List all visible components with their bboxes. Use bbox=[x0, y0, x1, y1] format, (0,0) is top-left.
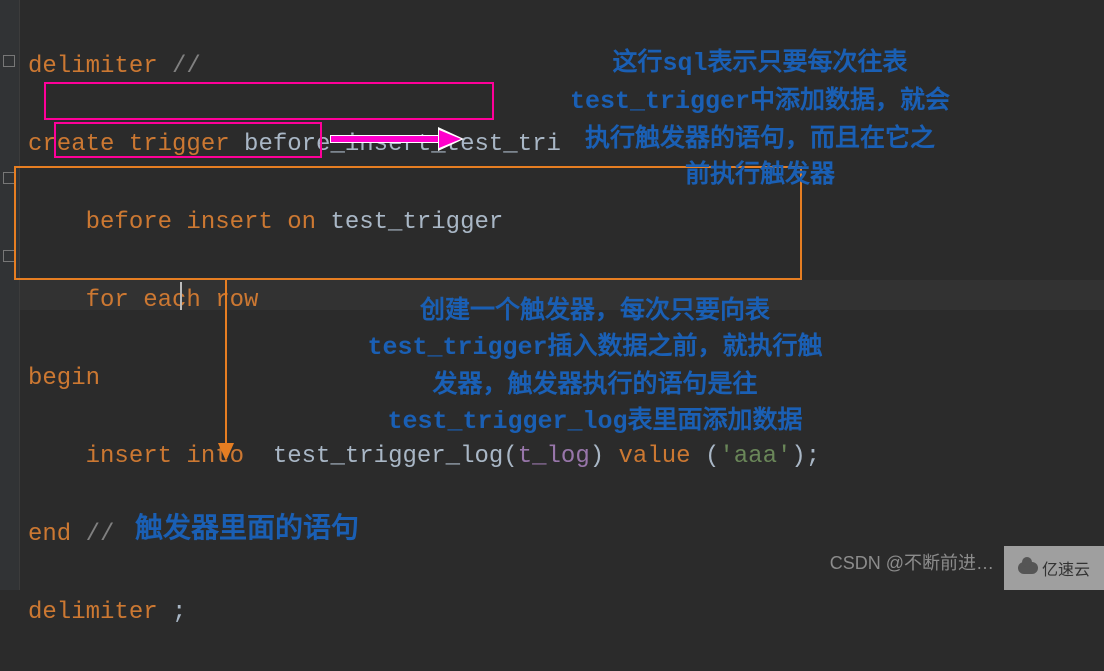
arrow-pink-icon bbox=[330, 131, 460, 147]
keyword-begin: begin bbox=[28, 365, 100, 392]
string-literal: 'aaa' bbox=[719, 443, 791, 470]
keyword-value: value bbox=[604, 443, 705, 470]
arrow-orange-shaft-icon bbox=[225, 280, 227, 445]
gutter bbox=[0, 0, 20, 590]
arrow-orange-head-icon bbox=[218, 443, 234, 461]
code-line: delimiter ; bbox=[28, 593, 820, 632]
annotation-sql-explanation: 这行sql表示只要每次往表 test_trigger中添加数据，就会 执行触发器… bbox=[515, 44, 1005, 192]
keyword-delimiter: delimiter bbox=[28, 599, 158, 626]
watermark-yisu: 亿速云 bbox=[1004, 546, 1104, 590]
fold-icon bbox=[3, 55, 15, 67]
highlight-box-before-insert bbox=[44, 82, 494, 120]
column-name: t_log bbox=[518, 443, 590, 470]
text-cursor bbox=[180, 282, 182, 310]
annotation-trigger-statement: 触发器里面的语句 bbox=[135, 510, 359, 546]
cloud-icon bbox=[1018, 562, 1038, 574]
comment: // bbox=[158, 53, 201, 80]
comment: // bbox=[71, 521, 114, 548]
keyword-delimiter: delimiter bbox=[28, 53, 158, 80]
code-line: insert into test_trigger_log(t_log) valu… bbox=[28, 437, 820, 476]
highlight-box-for-each-row bbox=[54, 122, 322, 158]
watermark-csdn: CSDN @不断前进… bbox=[830, 549, 994, 575]
keyword-for-each-row: for each row bbox=[86, 287, 259, 314]
keyword-end: end bbox=[28, 521, 71, 548]
annotation-trigger-creation: 创建一个触发器，每次只要向表 test_trigger插入数据之前，就执行触 发… bbox=[340, 292, 850, 440]
